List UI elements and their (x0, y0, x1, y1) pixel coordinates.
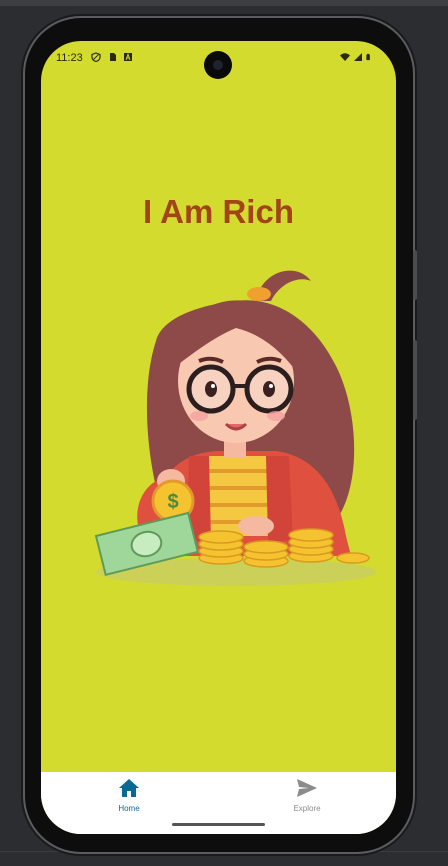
power-button[interactable] (413, 250, 417, 300)
status-system-icons (340, 52, 373, 62)
battery-icon (366, 53, 370, 61)
svg-text:$: $ (167, 491, 178, 513)
status-bar: 11:23 (41, 41, 396, 79)
volume-button[interactable] (413, 340, 417, 420)
status-notification-icons (91, 52, 133, 62)
page-title: I Am Rich (143, 193, 294, 230)
sim-icon (110, 53, 116, 61)
signal-icon (354, 53, 362, 61)
status-time: 11:23 (56, 52, 83, 64)
rich-girl-illustration: $ (94, 270, 376, 586)
send-icon (297, 779, 317, 797)
font-a-icon (124, 53, 132, 61)
app-screen: 11:23 I Am Rich $ Home Explore (41, 41, 396, 834)
ide-toolbar (0, 0, 448, 6)
ide-status-bar (0, 851, 448, 866)
nav-item-home[interactable]: Home (79, 778, 179, 813)
front-camera (204, 51, 232, 79)
nav-item-label: Explore (293, 804, 321, 813)
home-icon (119, 779, 139, 797)
nav-item-label: Home (118, 804, 140, 813)
shield-icon (91, 52, 101, 62)
wifi-icon (340, 53, 350, 61)
gesture-home-indicator[interactable] (172, 823, 265, 826)
nav-item-explore[interactable]: Explore (257, 778, 357, 813)
